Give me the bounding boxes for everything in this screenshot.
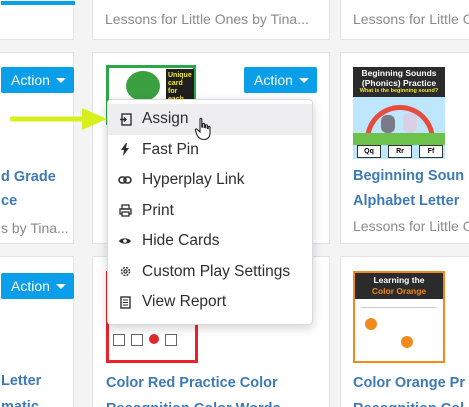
card-title[interactable]: Color Orange Pr [353,371,465,395]
worksheet-box [113,334,125,346]
menu-item-custom-play-settings[interactable]: Custom Play Settings [108,257,312,288]
menu-item-hyperplay-link[interactable]: Hyperplay Link [108,165,312,196]
thumb-question: What is the beginning sound? [359,88,439,94]
thumb-heading: Learning the Color Orange [355,273,443,299]
lightning-icon [118,143,132,157]
card-top-middle[interactable]: Lessons for Little Ones by Tina... [92,0,330,40]
card-subtitle: Lessons for Little O [353,218,469,234]
menu-item-hide-cards[interactable]: Hide Cards [108,226,312,257]
card-row3-right[interactable]: Learning the Color Orange Color Orange P… [340,256,469,407]
card-thumbnail[interactable]: Learning the Color Orange [353,271,445,363]
action-button-label: Action [254,72,293,88]
worksheet-grid [361,307,437,357]
card-title-line2[interactable]: ce [1,189,17,213]
card-top-left[interactable] [0,0,75,40]
menu-item-view-report[interactable]: View Report [108,287,312,318]
card-row3-left[interactable]: Action Letter matic [0,256,74,407]
action-button-label: Action [11,278,50,294]
card-title[interactable]: d Grade [1,165,56,189]
card-title[interactable]: Beginning Soun [353,164,464,188]
apple-tree-image [126,71,160,101]
thumb-heading: Beginning Sounds (Phonics) Practice What… [353,67,445,97]
card-row2-right[interactable]: Beginning Sounds (Phonics) Practice What… [340,52,469,244]
card-row2-left[interactable]: Action d Grade ce s by Tina... [0,52,74,244]
card-title-line2[interactable]: Recognition Color Words [106,397,281,407]
card-title-line2[interactable]: matic [1,395,39,407]
card-title[interactable]: Color Red Practice Color [106,371,278,395]
card-top-right[interactable]: Lessons for Little O [340,0,469,40]
worksheet-box [131,334,143,346]
menu-item-label: Hyperplay Link [142,171,245,189]
thumb-heading-line1: Learning the [373,275,425,285]
grass-image [353,133,445,145]
option-box: Qq [357,145,381,158]
printer-icon [118,204,132,218]
orange-image [365,318,377,330]
action-button[interactable]: Action [244,67,317,93]
thumb-heading-text: Beginning Sounds (Phonics) Practice [361,68,437,88]
option-box: Ff [419,145,443,158]
card-title[interactable]: Letter [1,369,41,393]
menu-item-label: Hide Cards [142,232,220,250]
action-button[interactable]: Action [1,273,74,299]
menu-item-label: View Report [142,293,227,311]
orange-image [401,336,413,348]
worksheet-box [165,334,177,346]
action-button-label: Action [11,72,50,88]
menu-item-label: Fast Pin [142,140,199,158]
menu-item-label: Custom Play Settings [142,262,291,280]
chevron-down-icon [298,77,309,83]
card-subtitle: Lessons for Little O [353,11,469,27]
card-subtitle: Lessons for Little Ones by Tina... [105,11,309,27]
report-icon [118,295,132,309]
action-button[interactable]: Action [1,67,74,93]
link-icon [118,173,132,187]
raccoon-image [381,115,395,133]
menu-item-print[interactable]: Print [108,196,312,227]
chevron-down-icon [55,283,66,289]
worksheet-grid [113,334,193,356]
thumb-heading-line2: Color Orange [371,286,427,296]
active-tab-indicator [1,1,75,5]
assign-icon [118,112,132,126]
card-title-line2[interactable]: Alphabet Letter [353,189,459,213]
annotation-arrow-icon [10,108,107,130]
menu-item-label: Print [142,201,174,219]
hand-cursor-icon [194,117,211,141]
gear-icon [118,265,132,279]
thumb-options: Qq Rr Ff [357,145,443,159]
bunny-image [403,113,417,133]
deck-grid: Lessons for Little Ones by Tina... Lesso… [0,0,469,407]
card-title-line2[interactable]: Recognition Col [353,397,464,407]
option-box: Rr [388,145,412,158]
card-thumbnail[interactable]: Beginning Sounds (Phonics) Practice What… [353,67,445,159]
menu-item-label: Assign [142,110,189,128]
chevron-down-icon [55,77,66,83]
eye-icon [118,234,132,248]
card-subtitle: s by Tina... [1,220,69,236]
apple-image [149,334,159,344]
